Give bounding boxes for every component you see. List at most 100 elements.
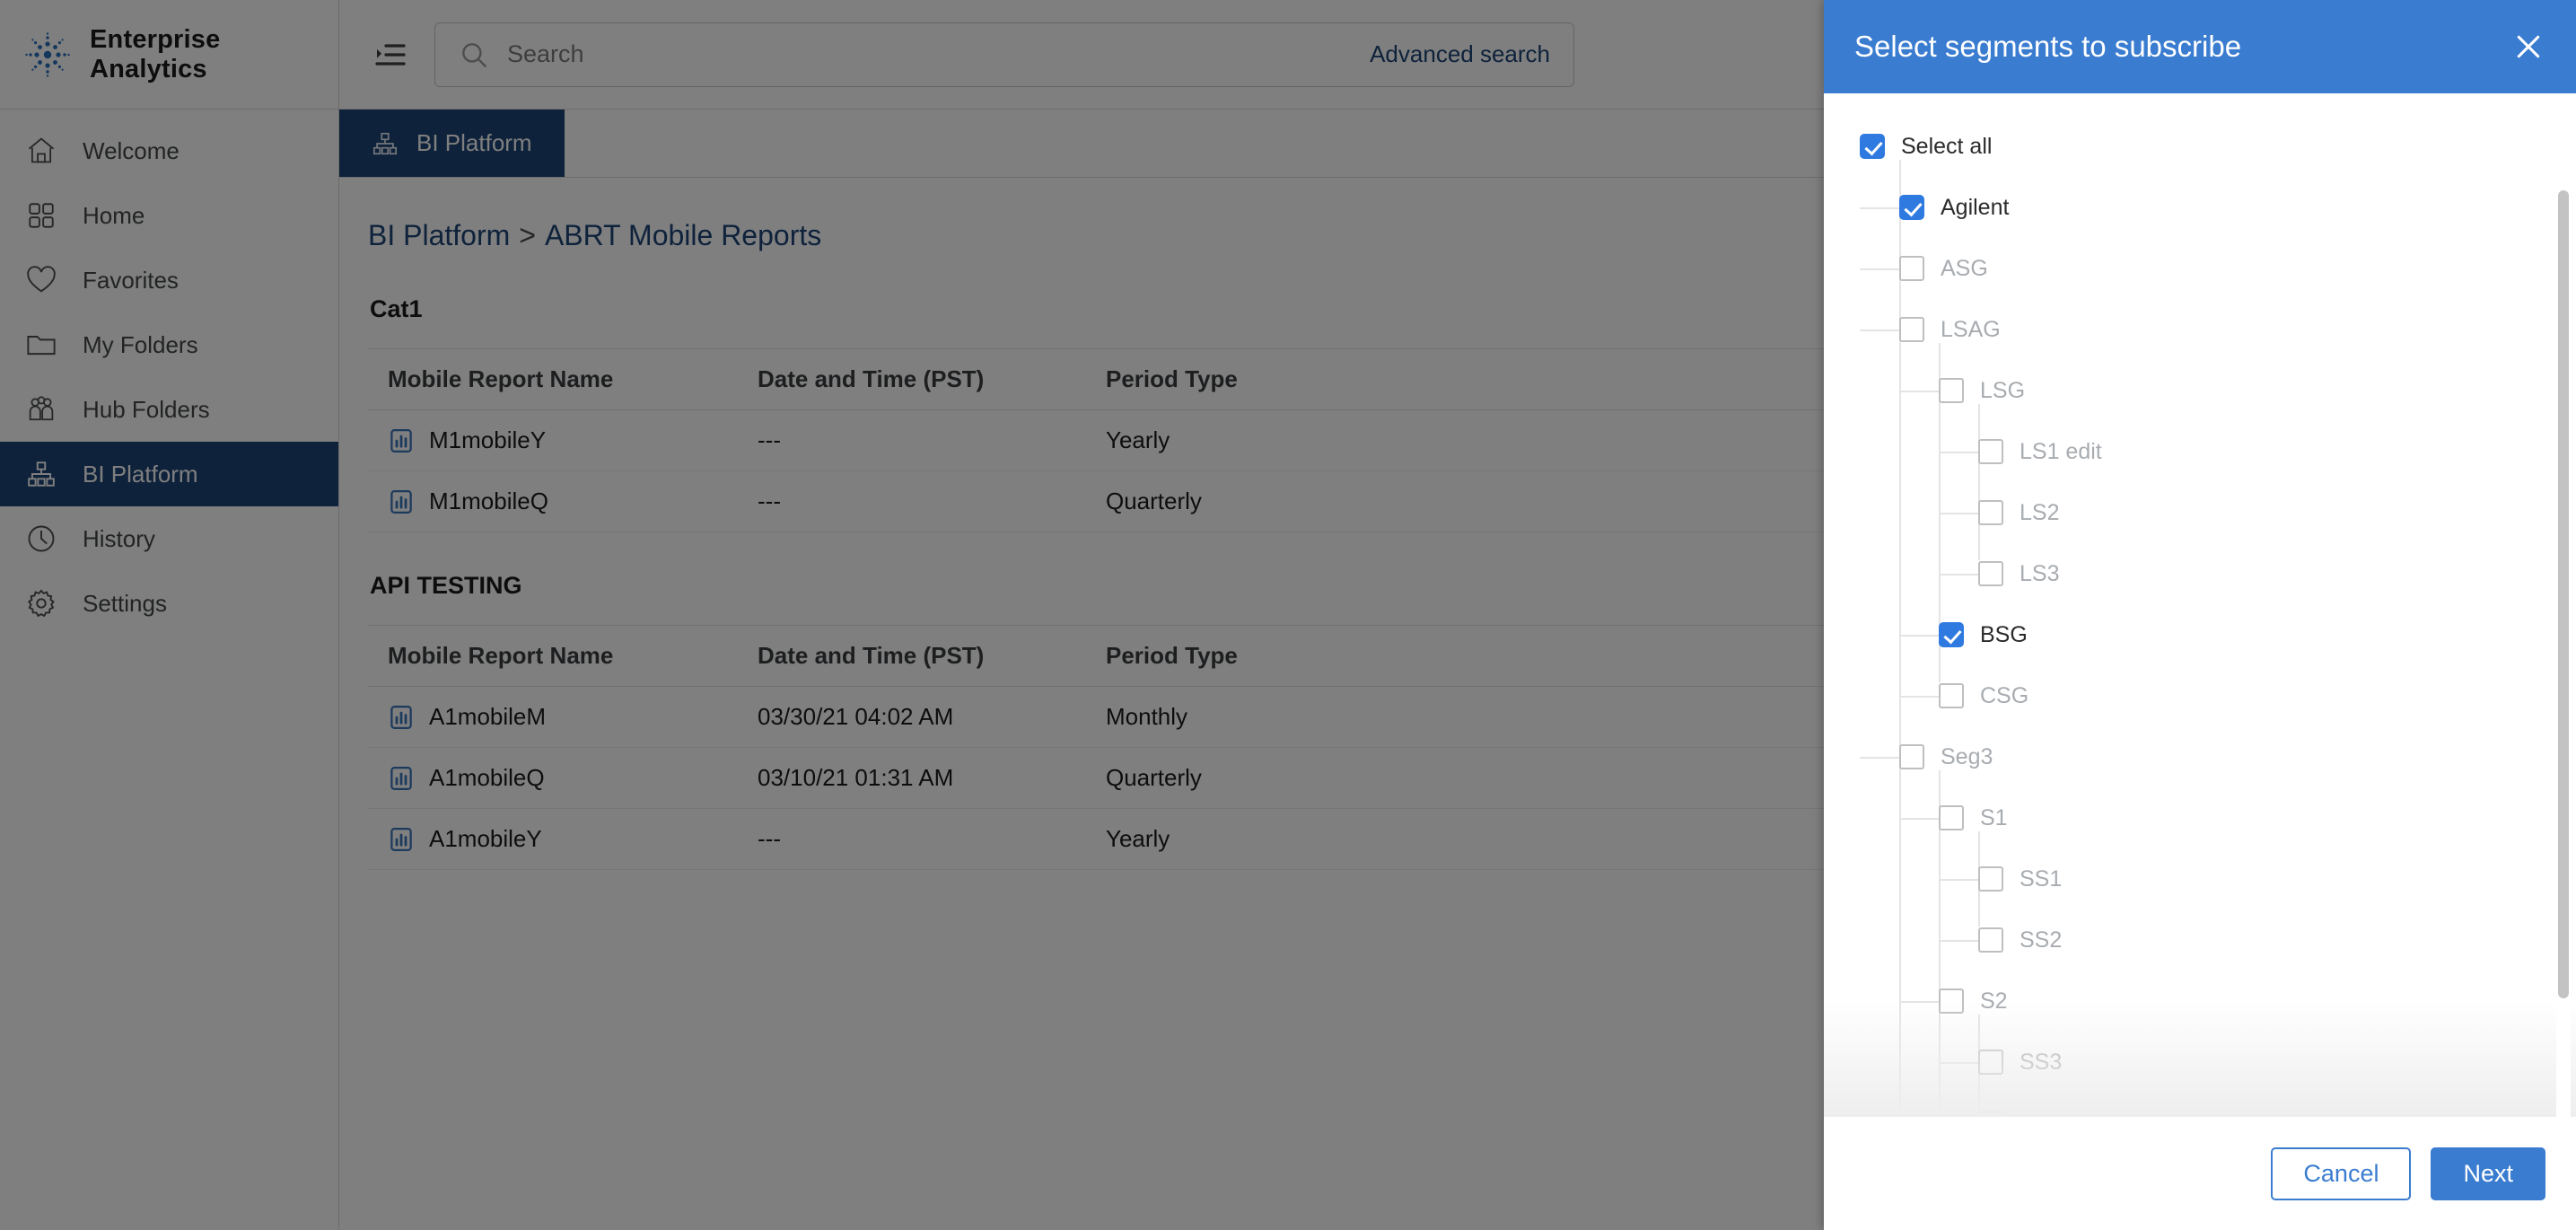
sidebar-item-my-folders[interactable]: My Folders xyxy=(0,312,338,377)
tree-node-ls1-edit[interactable]: LS1 edit xyxy=(1939,435,2563,469)
checkbox-lsag[interactable] xyxy=(1899,317,1924,342)
tree-item: S2 SS3 xyxy=(1899,984,2563,1117)
tree-item: LS2 xyxy=(1939,496,2563,530)
checkbox-s1[interactable] xyxy=(1939,805,1964,830)
sidebar-item-hub-folders[interactable]: Hub Folders xyxy=(0,377,338,442)
checkbox-agilent[interactable] xyxy=(1899,195,1924,220)
tree-level-3-s2: SS3 SS4 xyxy=(1939,1015,2563,1117)
checkbox-ls2[interactable] xyxy=(1978,500,2003,525)
tree-level-3-s1: SS1 SS2 xyxy=(1939,831,2563,957)
column-header-date[interactable]: Date and Time (PST) xyxy=(738,625,1086,687)
sidebar-item-history[interactable]: History xyxy=(0,506,338,571)
collapse-menu-icon[interactable] xyxy=(370,34,411,75)
tree-node-label: SS2 xyxy=(2020,927,2063,953)
search-input[interactable] xyxy=(507,40,1338,68)
tree-node-label: LS3 xyxy=(2020,560,2060,586)
sidebar-item-favorites[interactable]: Favorites xyxy=(0,248,338,312)
segment-tree-scroll[interactable]: Select all Agilent ASG LSAG LSG LS1 edit… xyxy=(1824,93,2563,1117)
tree-root: Select all Agilent ASG LSAG LSG LS1 edit… xyxy=(1860,129,2563,1117)
dialog-scrollbar-thumb[interactable] xyxy=(2558,190,2569,998)
sidebar-item-label: History xyxy=(83,524,155,552)
tree-node-s1[interactable]: S1 xyxy=(1899,801,2563,835)
breadcrumb-separator: > xyxy=(519,219,536,251)
report-date: 03/30/21 04:02 AM xyxy=(738,686,1086,748)
dialog-body: Select all Agilent ASG LSAG LSG LS1 edit… xyxy=(1824,93,2576,1117)
sidebar-item-label: Welcome xyxy=(83,136,180,164)
column-header-name[interactable]: Mobile Report Name xyxy=(368,625,738,687)
report-name: M1mobileQ xyxy=(429,488,548,514)
checkbox-ss4[interactable] xyxy=(1978,1111,2003,1117)
tree-node-ss4[interactable]: SS4 xyxy=(1978,1106,2563,1117)
next-button[interactable]: Next xyxy=(2431,1147,2545,1200)
tree-node-s2[interactable]: S2 xyxy=(1899,984,2563,1018)
column-header-date[interactable]: Date and Time (PST) xyxy=(738,348,1086,410)
tree-node-ss2[interactable]: SS2 xyxy=(1939,923,2563,957)
tree-item: CSG xyxy=(1899,679,2563,713)
dialog-title: Select segments to subscribe xyxy=(1854,30,2242,63)
checkbox-seg3[interactable] xyxy=(1899,744,1924,769)
sunburst-logo-icon xyxy=(23,31,72,79)
checkbox-asg[interactable] xyxy=(1899,256,1924,281)
tree-node-label: CSG xyxy=(1980,682,2029,708)
report-name: M1mobileY xyxy=(429,426,547,453)
tree-item: SS1 xyxy=(1939,862,2563,896)
sitemap-icon xyxy=(23,456,59,492)
tree-node-ls3[interactable]: LS3 xyxy=(1939,557,2563,591)
select-segments-dialog: Select segments to subscribe Select all xyxy=(1824,0,2576,1230)
tree-node-label: SS3 xyxy=(2020,1049,2063,1075)
tree-node-seg3[interactable]: Seg3 xyxy=(1860,740,2563,774)
mobile-report-icon xyxy=(388,765,415,792)
heart-icon xyxy=(23,262,59,298)
sidebar-item-home[interactable]: Home xyxy=(0,183,338,248)
checkbox-ss3[interactable] xyxy=(1978,1050,2003,1075)
cancel-button[interactable]: Cancel xyxy=(2271,1147,2412,1200)
tree-node-agilent[interactable]: Agilent xyxy=(1860,190,2563,224)
sidebar-item-label: Home xyxy=(83,201,145,229)
checkbox-ss2[interactable] xyxy=(1978,927,2003,953)
tree-node-csg[interactable]: CSG xyxy=(1899,679,2563,713)
gear-icon xyxy=(23,585,59,621)
tree-node-lsg[interactable]: LSG xyxy=(1899,373,2563,408)
tree-node-ss1[interactable]: SS1 xyxy=(1939,862,2563,896)
breadcrumb-root[interactable]: BI Platform xyxy=(368,219,510,251)
checkbox-s2[interactable] xyxy=(1939,988,1964,1014)
sidebar-item-label: Favorites xyxy=(83,266,179,294)
tree-item: LS3 xyxy=(1939,557,2563,591)
sidebar-item-settings[interactable]: Settings xyxy=(0,571,338,636)
tree-node-ls2[interactable]: LS2 xyxy=(1939,496,2563,530)
tree-node-ss3[interactable]: SS3 xyxy=(1939,1045,2563,1079)
tree-node-label: Select all xyxy=(1901,133,1993,159)
checkbox-ss1[interactable] xyxy=(1978,866,2003,892)
checkbox-select-all[interactable] xyxy=(1860,134,1885,159)
checkbox-ls1-edit[interactable] xyxy=(1978,439,2003,464)
column-header-name[interactable]: Mobile Report Name xyxy=(368,348,738,410)
tree-node-label: BSG xyxy=(1980,621,2028,647)
tree-item: SS4 xyxy=(1978,1106,2563,1117)
advanced-search-link[interactable]: Advanced search xyxy=(1355,31,1564,77)
tree-node-asg[interactable]: ASG xyxy=(1860,251,2563,286)
report-name: A1mobileQ xyxy=(429,764,545,791)
tree-node-label: LS2 xyxy=(2020,499,2060,525)
home-outline-icon xyxy=(23,133,59,169)
tree-item: S1 SS1 SS2 xyxy=(1899,801,2563,957)
dialog-scrollbar[interactable] xyxy=(2556,187,2571,1117)
folder-icon xyxy=(23,327,59,363)
tree-node-select-all[interactable]: Select all xyxy=(1860,129,2563,163)
sidebar-item-bi-platform[interactable]: BI Platform xyxy=(0,442,338,506)
tree-node-label: S2 xyxy=(1980,988,2008,1014)
tree-node-bsg[interactable]: BSG xyxy=(1899,618,2563,652)
checkbox-ls3[interactable] xyxy=(1978,561,2003,586)
search-icon xyxy=(459,40,489,70)
checkbox-bsg[interactable] xyxy=(1939,622,1964,647)
tree-node-lsag[interactable]: LSAG xyxy=(1860,312,2563,347)
tab-bi-platform[interactable]: BI Platform xyxy=(339,110,565,177)
mobile-report-icon xyxy=(388,826,415,853)
breadcrumb-current[interactable]: ABRT Mobile Reports xyxy=(545,219,821,251)
checkbox-lsg[interactable] xyxy=(1939,378,1964,403)
brand-title: Enterprise Analytics xyxy=(90,24,221,83)
tree-item: LSG LS1 edit LS2 LS3 xyxy=(1899,373,2563,591)
sidebar-item-welcome[interactable]: Welcome xyxy=(0,119,338,183)
segment-tree: Select all Agilent ASG LSAG LSG LS1 edit… xyxy=(1860,129,2563,1117)
checkbox-csg[interactable] xyxy=(1939,683,1964,708)
close-icon[interactable] xyxy=(2504,22,2553,71)
